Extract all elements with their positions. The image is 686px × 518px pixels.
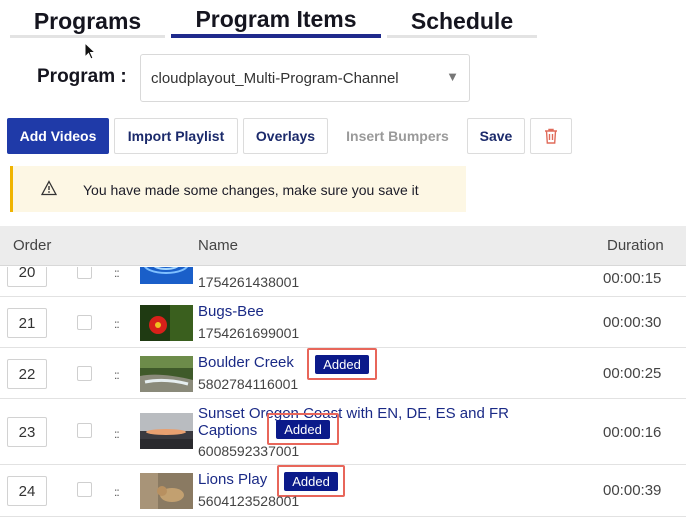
video-duration: 00:00:30 — [603, 314, 662, 331]
video-name[interactable]: Boulder Creek — [198, 354, 294, 371]
add-videos-button[interactable]: Add Videos — [7, 118, 109, 154]
video-duration: 00:00:39 — [603, 482, 662, 499]
video-duration: 00:00:15 — [603, 270, 662, 287]
program-label: Program : — [37, 66, 127, 87]
row-checkbox[interactable] — [77, 366, 92, 381]
added-badge: Added — [315, 354, 369, 374]
row-checkbox[interactable] — [77, 267, 92, 279]
insert-bumpers-button[interactable]: Insert Bumpers — [333, 118, 462, 154]
tab-program-items-underline — [171, 34, 381, 38]
video-thumbnail — [140, 305, 193, 341]
overlays-button[interactable]: Overlays — [243, 118, 328, 154]
table-row[interactable]: 21 :: Bugs-Bee 1754261699001 00:00:30 — [0, 297, 686, 348]
tab-bar: Programs Program Items Schedule — [0, 0, 686, 40]
save-button[interactable]: Save — [467, 118, 525, 154]
added-badge: Added — [276, 419, 330, 439]
table-row[interactable]: 23 :: Sunset Oregon Coast with EN, DE, E… — [0, 399, 686, 465]
program-select[interactable]: cloudplayout_Multi-Program-Channel ▼ — [140, 54, 470, 102]
unsaved-changes-alert: You have made some changes, make sure yo… — [10, 166, 466, 212]
drag-handle-icon[interactable]: :: — [114, 485, 120, 499]
video-thumbnail — [140, 413, 193, 449]
alert-text: You have made some changes, make sure yo… — [83, 182, 419, 198]
video-name[interactable]: Bugs-Bee — [198, 303, 264, 320]
tab-programs-underline — [10, 35, 165, 38]
video-name[interactable]: Lions Play — [198, 471, 267, 488]
video-id: 5604123528001 — [198, 493, 300, 509]
tab-schedule-underline — [387, 35, 537, 38]
program-items-list: 20 :: 1754261438001 00:00:15 21 :: Bugs-… — [0, 267, 686, 518]
drag-handle-icon[interactable]: :: — [114, 368, 120, 382]
chevron-down-icon: ▼ — [446, 69, 459, 84]
warning-triangle-icon — [41, 180, 57, 196]
header-order[interactable]: Order — [13, 237, 51, 254]
video-thumbnail — [140, 356, 193, 392]
order-input[interactable]: 21 — [7, 308, 47, 338]
drag-handle-icon[interactable]: :: — [114, 427, 120, 441]
video-duration: 00:00:16 — [603, 424, 662, 441]
program-select-value: cloudplayout_Multi-Program-Channel — [151, 70, 399, 87]
video-id: 5802784116001 — [198, 376, 299, 392]
tab-schedule[interactable]: Schedule — [387, 8, 537, 35]
row-checkbox[interactable] — [77, 315, 92, 330]
row-checkbox[interactable] — [77, 482, 92, 497]
tab-programs[interactable]: Programs — [10, 8, 165, 35]
table-row[interactable]: 24 :: Lions Play Added 5604123528001 00:… — [0, 465, 686, 517]
order-input[interactable]: 23 — [7, 417, 47, 447]
mouse-cursor-icon — [84, 42, 96, 60]
trash-icon — [545, 128, 557, 144]
order-input[interactable]: 20 — [7, 267, 47, 287]
row-checkbox[interactable] — [77, 423, 92, 438]
video-name[interactable]: Sunset Oregon Coast with EN, DE, ES and … — [198, 405, 528, 439]
delete-button[interactable] — [530, 118, 572, 154]
video-duration: 00:00:25 — [603, 365, 662, 382]
table-row[interactable]: 22 :: Boulder Creek Added 5802784116001 … — [0, 348, 686, 399]
video-id: 1754261438001 — [198, 274, 300, 290]
header-duration[interactable]: Duration — [607, 237, 664, 254]
drag-handle-icon[interactable]: :: — [114, 317, 120, 331]
tab-program-items[interactable]: Program Items — [171, 6, 381, 33]
import-playlist-button[interactable]: Import Playlist — [114, 118, 238, 154]
drag-handle-icon[interactable]: :: — [114, 267, 120, 280]
video-thumbnail — [140, 267, 193, 284]
order-input[interactable]: 24 — [7, 476, 47, 506]
added-highlight: Added — [267, 413, 339, 445]
added-badge: Added — [284, 471, 338, 491]
video-id: 1754261699001 — [198, 325, 300, 341]
table-row[interactable]: 20 :: 1754261438001 00:00:15 — [0, 267, 686, 297]
video-thumbnail — [140, 473, 193, 509]
table-header: Order Name Duration — [0, 226, 686, 266]
order-input[interactable]: 22 — [7, 359, 47, 389]
header-name[interactable]: Name — [198, 237, 238, 254]
video-id: 6008592337001 — [198, 443, 300, 459]
added-highlight: Added — [307, 348, 377, 380]
